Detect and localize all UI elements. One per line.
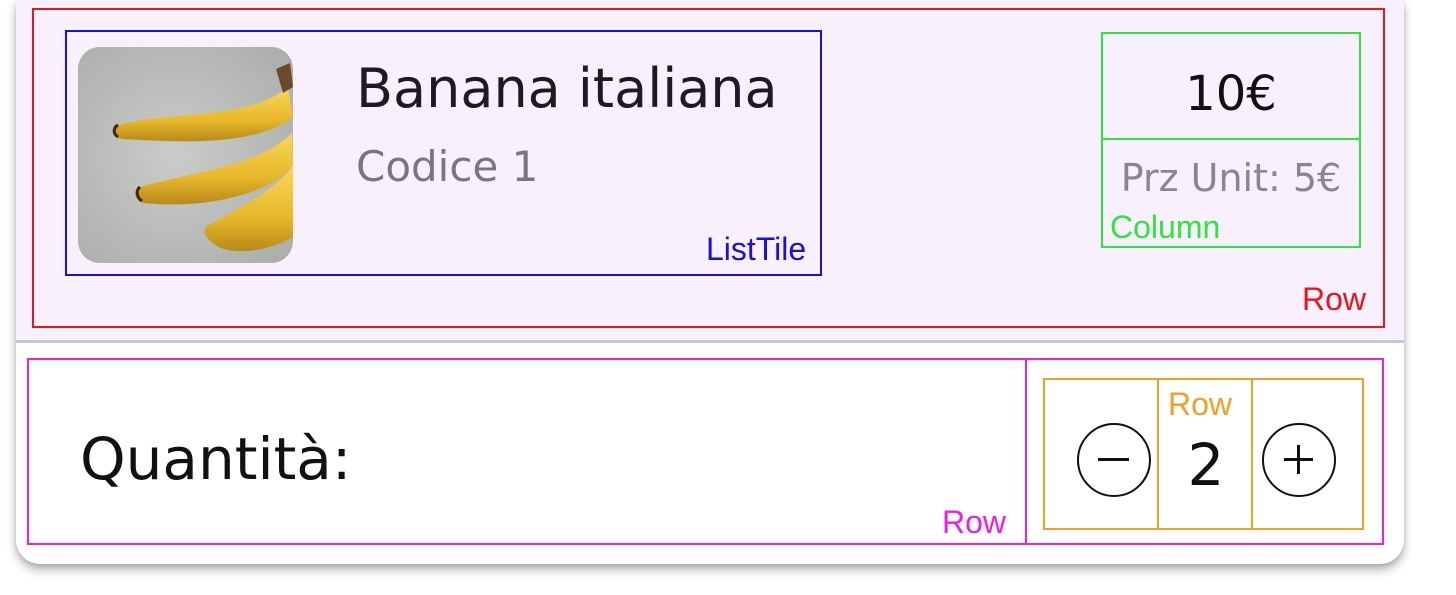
quantity-row-debug-label: Row [942, 504, 1007, 540]
top-row-debug-label: Row [1302, 281, 1367, 317]
product-title: Banana italiana [356, 57, 778, 120]
column-debug-label: Column [1110, 209, 1221, 245]
quantity-row-divider [1025, 358, 1027, 545]
column-divider [1102, 138, 1360, 140]
quantity-value: 2 [1187, 431, 1225, 499]
minus-circle-icon [1098, 458, 1129, 461]
divider [16, 340, 1404, 343]
increment-button[interactable] [1262, 423, 1336, 497]
price-text: 10€ [1185, 66, 1277, 122]
product-code: Codice 1 [356, 142, 539, 191]
stepper-row-debug-label: Row [1168, 386, 1233, 422]
plus-circle-icon [1284, 445, 1313, 474]
product-image [78, 47, 293, 263]
unit-price-text: Prz Unit: 5€ [1120, 156, 1342, 200]
banana-photo [78, 47, 293, 263]
decrement-button[interactable] [1077, 423, 1151, 497]
quantity-label: Quantità: [80, 425, 352, 493]
list-tile-debug-label: ListTile [706, 231, 807, 267]
